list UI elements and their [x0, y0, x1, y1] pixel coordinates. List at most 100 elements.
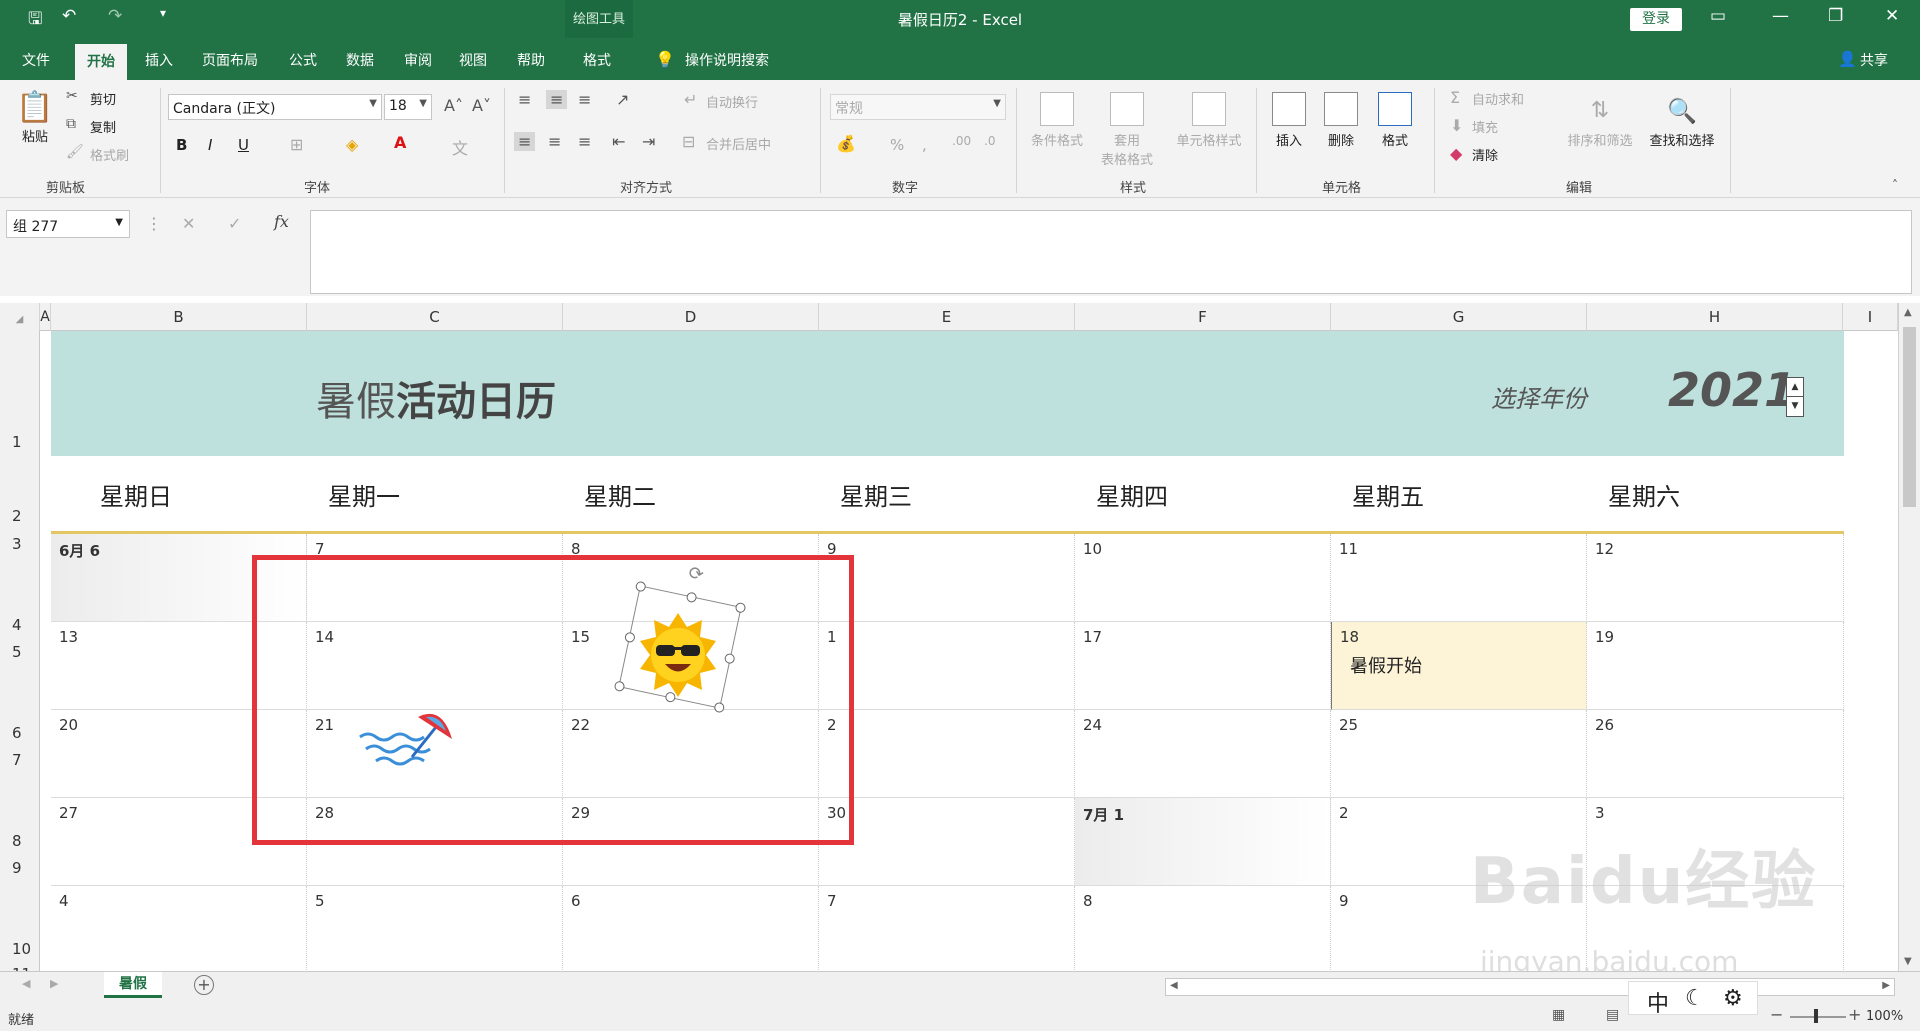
- shrink-font-icon[interactable]: A˅: [472, 96, 491, 115]
- insert-function-icon[interactable]: fx: [274, 212, 289, 231]
- ime-language[interactable]: 中: [1647, 986, 1669, 1018]
- row-header-3[interactable]: 3: [0, 535, 40, 553]
- clear-button[interactable]: 清除: [1472, 145, 1498, 164]
- add-sheet-icon[interactable]: +: [194, 975, 214, 995]
- sheet-tab-summer[interactable]: 暑假: [104, 972, 162, 998]
- row-header-5[interactable]: 5: [0, 643, 40, 661]
- moon-icon[interactable]: ☾: [1685, 986, 1705, 1011]
- column-header-h[interactable]: H: [1587, 303, 1843, 331]
- font-size-combo[interactable]: 18 ▼: [384, 94, 432, 120]
- number-format-combo[interactable]: 常规 ▼: [830, 94, 1006, 120]
- vertical-scrollbar[interactable]: ▲ ▼: [1898, 303, 1920, 971]
- minimize-icon[interactable]: —: [1772, 6, 1789, 26]
- grow-font-icon[interactable]: A˄: [444, 96, 463, 115]
- calendar-day-cell[interactable]: 24: [1075, 710, 1331, 798]
- align-right-icon[interactable]: ≡: [578, 132, 591, 151]
- font-name-combo[interactable]: Candara (正文) ▼: [168, 94, 382, 120]
- calendar-day-cell[interactable]: 6: [563, 886, 819, 971]
- zoom-out-icon[interactable]: −: [1770, 1005, 1783, 1024]
- row-header-4[interactable]: 4: [0, 616, 40, 634]
- underline-button[interactable]: U: [238, 136, 249, 154]
- comma-button[interactable]: ,: [922, 136, 927, 154]
- login-button[interactable]: 登录: [1630, 8, 1682, 31]
- scroll-right-icon[interactable]: ▶: [1882, 980, 1890, 991]
- tab-format[interactable]: 格式: [583, 50, 611, 70]
- collapse-ribbon-icon[interactable]: ˄: [1892, 178, 1898, 192]
- normal-view-icon[interactable]: ▦: [1552, 1007, 1565, 1023]
- spin-up-icon[interactable]: ▲: [1787, 378, 1803, 397]
- calendar-day-cell[interactable]: 17: [1075, 622, 1331, 710]
- percent-button[interactable]: %: [890, 136, 904, 154]
- italic-button[interactable]: I: [208, 136, 212, 154]
- year-spinner[interactable]: ▲ ▼: [1786, 377, 1804, 417]
- border-icon[interactable]: ⊞: [290, 135, 303, 154]
- phonetic-icon[interactable]: 文: [452, 135, 468, 159]
- tab-data[interactable]: 数据: [346, 50, 374, 70]
- find-select-button[interactable]: 🔍 查找和选择: [1640, 92, 1724, 149]
- tab-help[interactable]: 帮助: [517, 50, 545, 70]
- insert-cells-button[interactable]: 插入: [1266, 92, 1312, 149]
- row-header-8[interactable]: 8: [0, 832, 40, 850]
- copy-button[interactable]: 复制: [90, 117, 116, 136]
- fill-color-icon[interactable]: ◈: [346, 135, 358, 154]
- align-top-icon[interactable]: ≡: [518, 90, 531, 109]
- row-header-9[interactable]: 9: [0, 859, 40, 877]
- zoom-in-icon[interactable]: +: [1848, 1005, 1861, 1024]
- currency-icon[interactable]: 💰: [836, 134, 856, 153]
- page-layout-view-icon[interactable]: ▤: [1606, 1007, 1619, 1023]
- align-center-icon[interactable]: ≡: [548, 132, 561, 151]
- orientation-icon[interactable]: ↗: [616, 90, 629, 109]
- horizontal-scrollbar[interactable]: ◀ ▶: [1165, 978, 1895, 996]
- row-header-10[interactable]: 10: [0, 940, 40, 958]
- merge-center-button[interactable]: 合并后居中: [706, 134, 771, 153]
- calendar-day-cell[interactable]: 2: [819, 710, 1075, 798]
- format-cells-button[interactable]: 格式: [1372, 92, 1418, 149]
- tab-home[interactable]: 开始: [75, 44, 127, 80]
- column-header-b[interactable]: B: [51, 303, 307, 331]
- increase-indent-icon[interactable]: ⇥: [642, 132, 655, 151]
- column-header-f[interactable]: F: [1075, 303, 1331, 331]
- name-box[interactable]: 组 277 ▼: [6, 210, 130, 238]
- tell-me-search[interactable]: 操作说明搜索: [685, 50, 769, 70]
- share-button[interactable]: 共享: [1860, 50, 1888, 70]
- calendar-day-cell[interactable]: 7: [819, 886, 1075, 971]
- delete-cells-button[interactable]: 删除: [1318, 92, 1364, 149]
- calendar-day-cell[interactable]: 25: [1331, 710, 1587, 798]
- bold-button[interactable]: B: [176, 136, 187, 154]
- scroll-up-icon[interactable]: ▲: [1904, 307, 1912, 318]
- calendar-day-cell[interactable]: 26: [1587, 710, 1844, 798]
- calendar-day-cell[interactable]: 11: [1331, 534, 1587, 622]
- calendar-day-cell[interactable]: 12: [1587, 534, 1844, 622]
- column-header-e[interactable]: E: [819, 303, 1075, 331]
- cut-button[interactable]: 剪切: [90, 89, 116, 108]
- select-all-corner[interactable]: ◢: [0, 303, 40, 331]
- gear-icon[interactable]: ⚙: [1723, 986, 1743, 1011]
- conditional-format-button[interactable]: 条件格式: [1024, 92, 1090, 149]
- prev-sheet-icon[interactable]: ◀: [22, 977, 30, 990]
- scroll-down-icon[interactable]: ▼: [1904, 956, 1912, 967]
- enter-icon[interactable]: ✓: [228, 214, 241, 233]
- cancel-icon[interactable]: ✕: [182, 214, 195, 233]
- calendar-day-cell[interactable]: 30: [819, 798, 1075, 886]
- calendar-day-cell[interactable]: 8: [1075, 886, 1331, 971]
- zoom-level[interactable]: 100%: [1866, 1009, 1903, 1024]
- row-header-1[interactable]: 1: [0, 433, 40, 451]
- tab-review[interactable]: 审阅: [404, 50, 432, 70]
- column-header-g[interactable]: G: [1331, 303, 1587, 331]
- zoom-slider-thumb[interactable]: [1814, 1009, 1818, 1023]
- tab-view[interactable]: 视图: [459, 50, 487, 70]
- column-header-c[interactable]: C: [307, 303, 563, 331]
- row-header-6[interactable]: 6: [0, 724, 40, 742]
- tab-formulas[interactable]: 公式: [289, 50, 317, 70]
- calendar-day-cell[interactable]: 10: [1075, 534, 1331, 622]
- tab-insert[interactable]: 插入: [145, 50, 173, 70]
- calendar-day-cell[interactable]: 4: [51, 886, 307, 971]
- column-header-d[interactable]: D: [563, 303, 819, 331]
- formula-input[interactable]: [310, 210, 1912, 294]
- format-painter-button[interactable]: 格式刷: [90, 145, 129, 164]
- increase-decimal-icon[interactable]: .00: [952, 134, 971, 148]
- calendar-day-cell[interactable]: 18 暑假开始: [1331, 622, 1587, 710]
- tab-file[interactable]: 文件: [22, 50, 50, 70]
- calendar-day-cell[interactable]: 9: [819, 534, 1075, 622]
- align-bottom-icon[interactable]: ≡: [578, 90, 591, 109]
